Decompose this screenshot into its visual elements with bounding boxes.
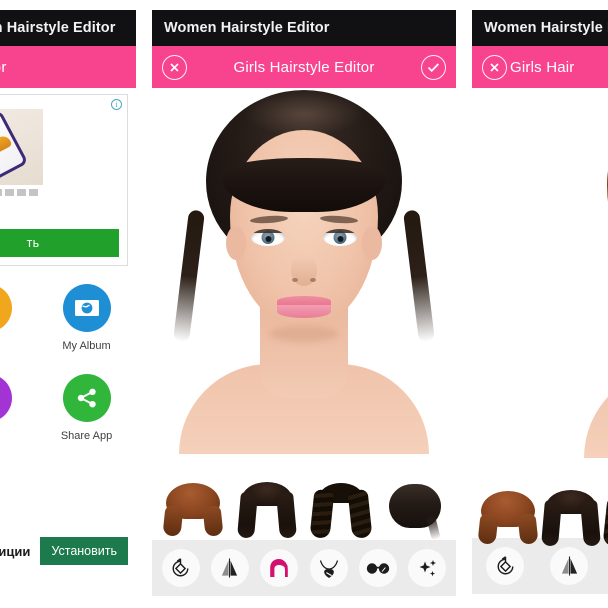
hairstyle-thumbnail[interactable] — [602, 488, 608, 547]
action-bar-title: yle Editor — [0, 58, 7, 76]
share-icon[interactable] — [62, 374, 111, 422]
home-tile-grid: My Album s — [0, 284, 136, 442]
status-bar: Women Hairstyle Ed — [472, 10, 608, 46]
nose — [291, 256, 317, 286]
pupil — [337, 235, 343, 242]
nostril-right — [310, 278, 316, 282]
install-promo-text: тиции — [0, 543, 31, 559]
tile-apps[interactable]: s — [0, 374, 30, 442]
hairstyle-thumbnail[interactable] — [384, 480, 446, 541]
tile-label: Share App — [60, 430, 113, 442]
ear-right — [362, 226, 382, 260]
sparkle-icon[interactable] — [408, 549, 447, 587]
eye-right — [323, 229, 357, 246]
wig-tail — [426, 515, 441, 541]
close-circle-icon[interactable] — [162, 54, 187, 80]
wig-side-left — [162, 505, 184, 537]
hairstyle-thumbnail[interactable] — [309, 480, 373, 540]
nostril-left — [292, 278, 298, 282]
chin-shadow — [269, 326, 339, 342]
apps-icon[interactable] — [0, 374, 12, 422]
eyelid — [323, 229, 357, 233]
camera-icon[interactable] — [0, 284, 12, 332]
eyelid — [251, 229, 285, 233]
action-bar-title: Girls Hairstyle Editor — [233, 58, 375, 76]
close-circle-icon[interactable] — [482, 54, 507, 80]
hairstyle-thumbnail[interactable] — [477, 488, 539, 545]
app-title: Women Hairstyle Editor — [164, 20, 330, 36]
phone-panel-home: Women Hairstyle Editor yle Editor i ть — [0, 10, 136, 598]
action-bar-title: Girls Hair — [510, 58, 575, 76]
hairstyle-thumbnail-strip[interactable] — [152, 476, 456, 541]
screenshot-stage: Women Hairstyle Editor yle Editor i ть — [0, 0, 608, 608]
necklace-icon[interactable] — [309, 549, 348, 587]
rotate-icon[interactable] — [161, 549, 200, 587]
portrait-photo — [584, 88, 608, 476]
hair-icon[interactable] — [260, 549, 299, 587]
editor-toolbar[interactable] — [472, 538, 608, 594]
status-bar: Women Hairstyle Editor — [0, 10, 136, 46]
ad-info-icon[interactable]: i — [111, 99, 122, 110]
lower-lip — [277, 305, 331, 318]
hair-strand-right — [403, 209, 435, 343]
flip-icon[interactable] — [210, 549, 249, 587]
action-bar: Girls Hairstyle Editor — [152, 46, 456, 88]
tile-camera[interactable] — [0, 284, 30, 352]
eye-left — [251, 229, 285, 246]
wig-side-left — [309, 489, 335, 539]
phone-panel-editor-dark: Women Hairstyle Editor Girls Hairstyle E… — [152, 10, 456, 598]
ad-caption-placeholder — [0, 189, 39, 196]
wig-side-left — [602, 497, 608, 547]
ear-left — [226, 226, 246, 260]
tile-my-album[interactable]: My Album — [45, 284, 129, 352]
wig-side-right — [517, 513, 539, 545]
album-icon[interactable] — [62, 284, 111, 332]
hairstyle-thumbnail[interactable] — [162, 480, 224, 540]
rotate-icon[interactable] — [486, 547, 524, 585]
ad-card[interactable]: i ть — [0, 94, 128, 266]
pupil — [265, 235, 271, 242]
app-title: Women Hairstyle Editor — [0, 20, 116, 36]
tile-share-app[interactable]: Share App — [45, 374, 129, 442]
ad-creative-image — [0, 109, 43, 185]
action-bar: Girls Hair — [472, 46, 608, 88]
wig-side-right — [347, 489, 373, 539]
wig-side-left — [237, 491, 258, 539]
install-button[interactable]: Установить — [40, 537, 128, 565]
hair-strand-left — [173, 209, 205, 343]
lips — [277, 296, 331, 318]
phone-panel-editor-red: Women Hairstyle Ed Girls Hair — [472, 10, 608, 598]
check-circle-icon[interactable] — [421, 54, 446, 80]
status-bar: Women Hairstyle Editor — [152, 10, 456, 46]
install-promo-bar: тиции Установить — [0, 532, 136, 570]
wig-side-right — [202, 505, 224, 537]
wig-side-right — [580, 499, 601, 547]
action-bar: yle Editor — [0, 46, 136, 88]
tile-label: My Album — [62, 340, 111, 352]
hairstyle-thumbnail[interactable] — [236, 480, 298, 540]
editor-toolbar[interactable] — [152, 540, 456, 596]
hairstyle-thumbnail-strip[interactable] — [472, 486, 608, 547]
portrait-photo — [173, 90, 435, 462]
photo-canvas[interactable] — [472, 88, 608, 486]
ad-install-button[interactable]: ть — [0, 229, 119, 257]
wig-side-right — [276, 491, 297, 539]
app-title: Women Hairstyle Ed — [484, 20, 608, 36]
home-body: i ть My Album Share App иции Установить — [0, 88, 136, 598]
flip-icon[interactable] — [550, 547, 588, 585]
shoulders — [584, 368, 608, 458]
photo-canvas[interactable] — [152, 88, 456, 476]
hairstyle-thumbnail[interactable] — [540, 488, 602, 547]
sunglasses-icon[interactable] — [358, 549, 397, 587]
